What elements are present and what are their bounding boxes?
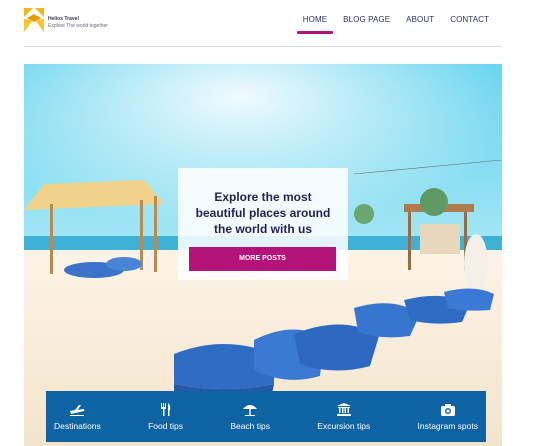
category-label: Instagram spots	[417, 420, 478, 431]
brand-tagline: Explore The world together	[48, 23, 108, 29]
category-label: Beach tips	[230, 420, 271, 431]
hero-title-line-1: Explore the most	[214, 190, 312, 204]
plane-icon	[69, 403, 85, 417]
cutlery-icon	[158, 403, 174, 417]
nav-item-contact[interactable]: CONTACT	[442, 14, 497, 32]
category-destinations[interactable]: Destinations	[54, 391, 101, 442]
category-instagram-spots[interactable]: Instagram spots	[418, 391, 478, 442]
brand-name: Helios Travel	[48, 16, 79, 22]
hero-callout: Explore the most beautiful places around…	[178, 168, 348, 280]
nav-item-home[interactable]: HOME	[295, 14, 335, 34]
museum-icon	[336, 403, 352, 417]
beach-umbrella-icon	[242, 403, 258, 417]
hero-title-line-2: beautiful places around	[195, 206, 331, 220]
site-header: Helios Travel Explore The world together…	[0, 0, 535, 46]
main-nav: HOME BLOG PAGE ABOUT CONTACT	[295, 14, 497, 34]
hero-title: Explore the most beautiful places around…	[178, 189, 348, 237]
brand: Helios Travel Explore The world together	[48, 16, 108, 30]
category-excursion-tips[interactable]: Excursion tips	[317, 391, 370, 442]
more-posts-button[interactable]: MORE POSTS	[189, 247, 336, 271]
header-divider	[24, 46, 501, 47]
hero-title-line-3: the world with us	[214, 222, 312, 236]
nav-item-about[interactable]: ABOUT	[398, 14, 442, 32]
camera-icon	[440, 403, 456, 417]
category-bar: Destinations Food tips Beach tips Excurs…	[46, 391, 486, 442]
hero-banner: Explore the most beautiful places around…	[24, 64, 502, 446]
category-label: Excursion tips	[317, 420, 371, 431]
nav-item-blog-page[interactable]: BLOG PAGE	[335, 14, 398, 32]
sun-logo-icon[interactable]	[24, 8, 44, 32]
category-label: Food tips	[148, 420, 184, 431]
category-label: Destinations	[54, 420, 101, 431]
category-beach-tips[interactable]: Beach tips	[230, 391, 270, 442]
category-food-tips[interactable]: Food tips	[148, 391, 183, 442]
